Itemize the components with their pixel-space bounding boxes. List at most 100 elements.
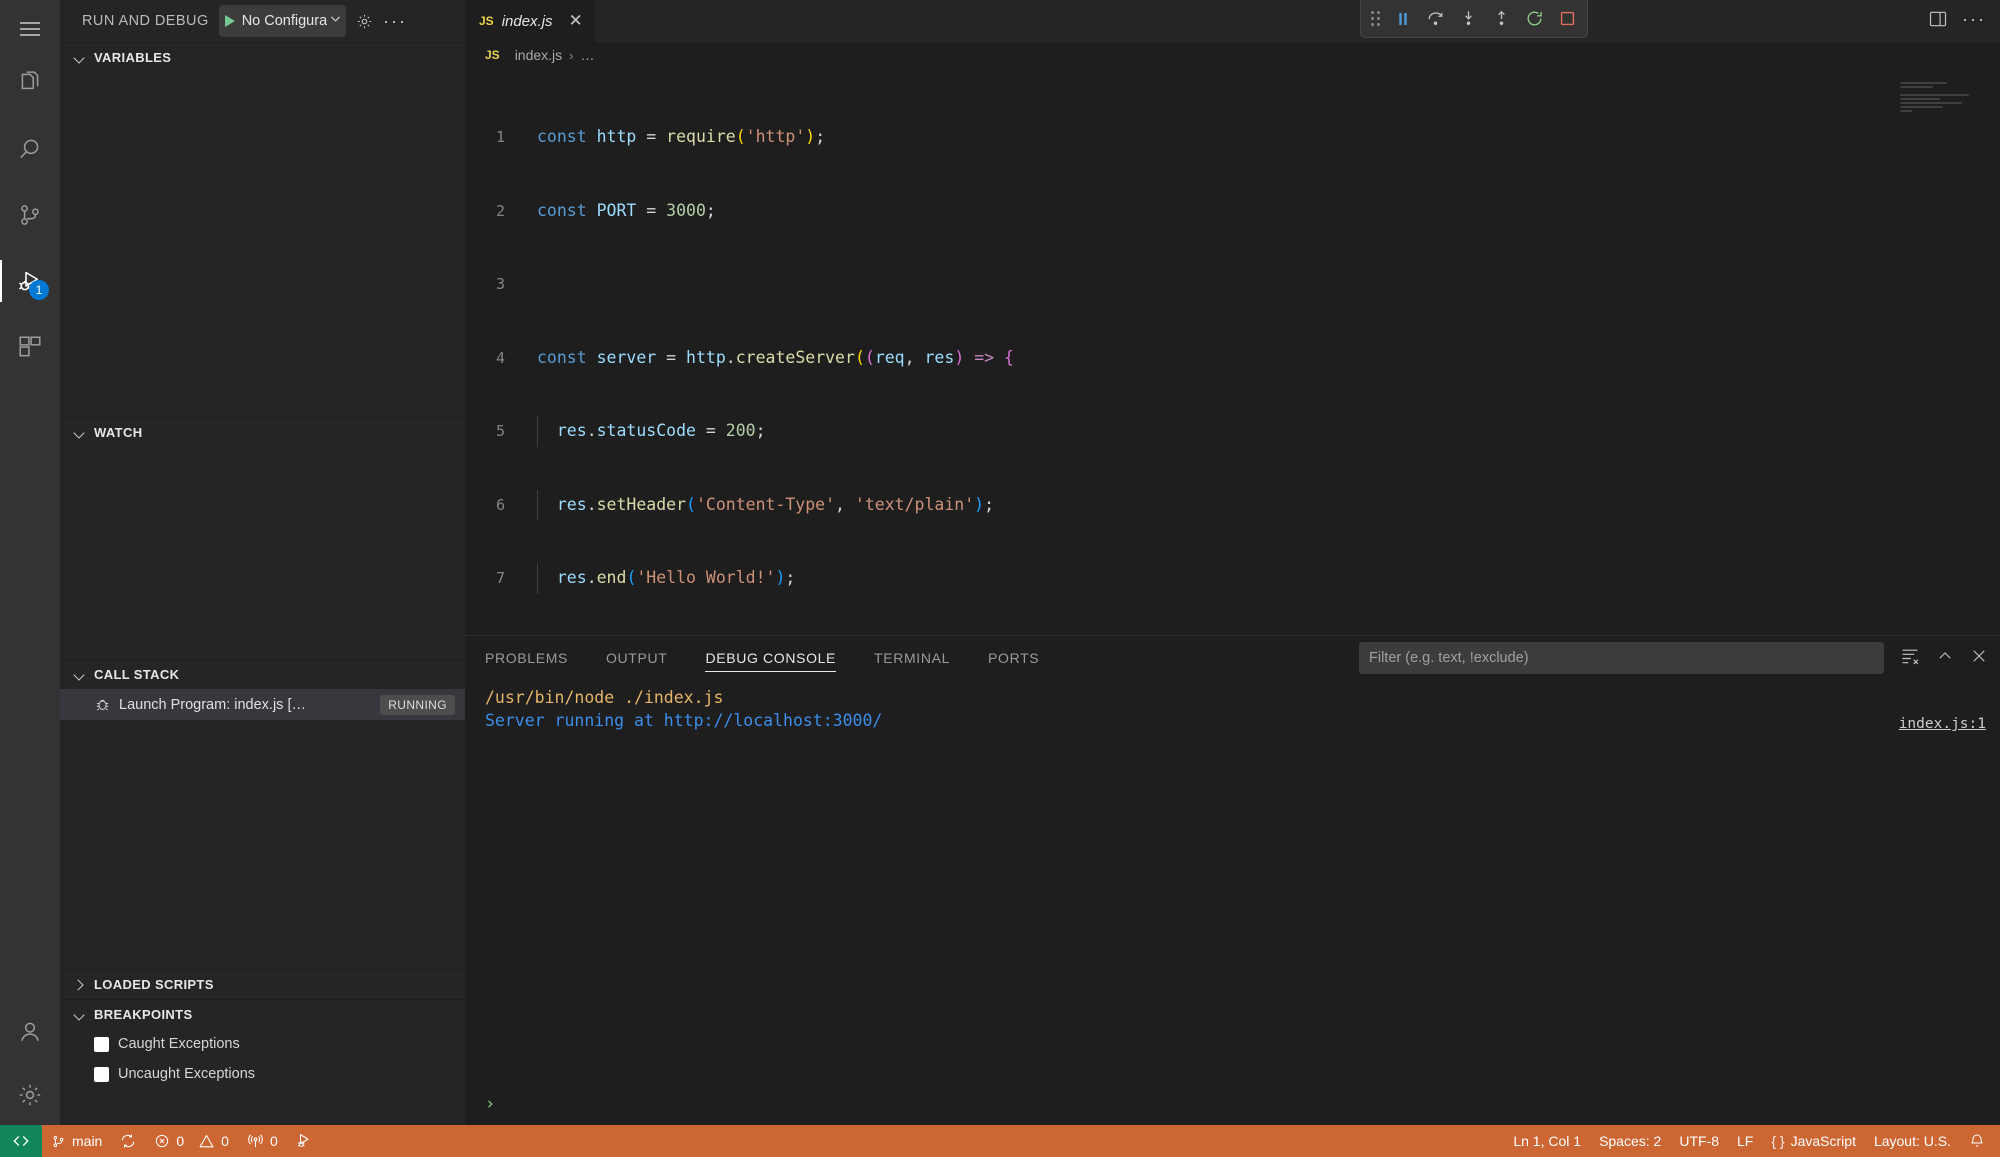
status-debug-start[interactable] [287, 1125, 323, 1157]
code-content: 1 const http = require('http'); 2 const PO… [465, 68, 2000, 635]
status-ports[interactable]: 0 [238, 1125, 287, 1157]
breadcrumb-symbol[interactable]: … [581, 47, 595, 63]
code-line: 4 const server = http.createServer((req, … [465, 346, 2000, 371]
clear-console-icon[interactable] [1900, 646, 1920, 671]
step-into-icon[interactable] [1459, 9, 1478, 28]
status-indentation[interactable]: Spaces: 2 [1590, 1125, 1670, 1157]
breakpoint-uncaught-exceptions[interactable]: Uncaught Exceptions [60, 1059, 465, 1089]
console-source-link[interactable]: index.js:1 [1899, 716, 1986, 732]
status-notifications[interactable] [1960, 1125, 1994, 1157]
status-cursor-position[interactable]: Ln 1, Col 1 [1504, 1125, 1590, 1157]
status-bar: main 0 0 0 Ln 1, Col 1 Spaces: 2 UTF-8 L… [0, 1125, 2000, 1157]
console-command-line: /usr/bin/node ./index.js [485, 688, 724, 707]
pane-title-variables: VARIABLES [94, 50, 172, 65]
pane-title-breakpoints: BREAKPOINTS [94, 1007, 193, 1022]
pane-body-call-stack: Launch Program: index.js [… RUNNING [60, 689, 465, 969]
minimap[interactable] [1900, 82, 1986, 118]
tab-terminal[interactable]: TERMINAL [874, 636, 950, 680]
breakpoint-caught-exceptions[interactable]: Caught Exceptions [60, 1029, 465, 1059]
line-number: 7 [495, 569, 505, 587]
status-eol[interactable]: LF [1728, 1125, 1762, 1157]
code-editor[interactable]: 1 const http = require('http'); 2 const PO… [465, 68, 2000, 635]
account-icon[interactable] [0, 999, 60, 1065]
status-sync[interactable] [111, 1125, 145, 1157]
launch-configuration-selector[interactable]: No Configura [218, 5, 347, 37]
sidebar-header: RUN AND DEBUG No Configura ··· [60, 0, 465, 42]
chevron-up-icon[interactable] [1936, 647, 1954, 670]
code-line: 2 const PORT = 3000; [465, 199, 2000, 224]
debug-settings-gear-icon[interactable] [356, 13, 373, 30]
debug-console-output[interactable]: /usr/bin/node ./index.js Server running … [465, 680, 2000, 1083]
pane-header-variables[interactable]: VARIABLES [60, 42, 465, 72]
sidebar-item-explorer[interactable] [0, 50, 60, 116]
line-number: 4 [495, 348, 505, 367]
breakpoint-label: Caught Exceptions [118, 1036, 240, 1052]
status-warning-count: 0 [221, 1133, 229, 1149]
source-control-icon [53, 1135, 64, 1147]
status-keyboard-layout[interactable]: Layout: U.S. [1865, 1125, 1960, 1157]
error-icon [156, 1134, 169, 1148]
filter-input[interactable] [1369, 650, 1874, 666]
sidebar-item-extensions[interactable] [0, 314, 60, 380]
pane-header-watch[interactable]: WATCH [60, 417, 465, 447]
chevron-down-icon[interactable] [329, 12, 342, 30]
code-line: 5 res.statusCode = 200; [465, 416, 2000, 447]
pane-title-watch: WATCH [94, 425, 143, 440]
call-stack-session-row[interactable]: Launch Program: index.js [… RUNNING [60, 689, 465, 720]
debug-badge: 1 [29, 280, 49, 300]
step-over-icon[interactable] [1426, 9, 1445, 28]
line-number: 2 [495, 201, 505, 220]
ellipsis-glyph: ··· [383, 11, 408, 31]
pane-header-call-stack[interactable]: CALL STACK [60, 659, 465, 689]
bottom-panel: PROBLEMS OUTPUT DEBUG CONSOLE TERMINAL P… [465, 635, 2000, 1125]
status-remote-indicator[interactable] [0, 1125, 42, 1157]
checkbox[interactable] [94, 1036, 109, 1052]
pause-icon[interactable] [1394, 10, 1412, 28]
filter-input-wrapper[interactable] [1359, 642, 1884, 674]
step-out-icon[interactable] [1492, 9, 1511, 28]
sidebar-item-source-control[interactable] [0, 182, 60, 248]
gear-icon[interactable] [0, 1065, 60, 1125]
pane-body-watch [60, 447, 465, 659]
stop-icon[interactable] [1558, 9, 1577, 28]
close-icon[interactable]: ✕ [569, 12, 583, 29]
status-problems[interactable]: 0 0 [145, 1125, 238, 1157]
tab-ports[interactable]: PORTS [988, 636, 1039, 680]
debug-alt-icon [297, 1134, 309, 1147]
status-encoding[interactable]: UTF-8 [1670, 1125, 1728, 1157]
console-output-line: Server running at http://localhost:3000/ [485, 711, 883, 730]
restart-icon[interactable] [1525, 9, 1544, 28]
files-icon [21, 71, 39, 90]
hamburger-menu-icon[interactable] [0, 8, 60, 50]
play-icon[interactable] [224, 15, 235, 27]
sidebar-item-run-and-debug[interactable]: 1 [0, 248, 60, 314]
editor-more-actions-icon[interactable]: ··· [1962, 10, 1986, 30]
grip-icon[interactable] [1371, 11, 1380, 26]
line-number: 6 [495, 495, 505, 514]
debug-console-input-row[interactable]: › [465, 1083, 2000, 1125]
sidebar-item-search[interactable] [0, 116, 60, 182]
close-icon[interactable] [1970, 647, 1988, 670]
status-branch[interactable]: main [42, 1125, 111, 1157]
sync-icon [122, 1134, 135, 1148]
source-control-icon [21, 205, 39, 225]
code-line: 7 res.end('Hello World!'); [465, 563, 2000, 594]
tab-problems[interactable]: PROBLEMS [485, 636, 568, 680]
tab-output[interactable]: OUTPUT [606, 636, 667, 680]
line-number: 5 [495, 422, 505, 440]
sidebar-more-actions-icon[interactable]: ··· [383, 11, 408, 31]
tab-index-js[interactable]: JS index.js ✕ [465, 0, 596, 42]
tab-debug-console[interactable]: DEBUG CONSOLE [705, 636, 836, 680]
pane-header-breakpoints[interactable]: BREAKPOINTS [60, 999, 465, 1029]
breadcrumb-file[interactable]: index.js [515, 47, 562, 63]
code-line: 1 const http = require('http'); [465, 125, 2000, 150]
checkbox[interactable] [94, 1066, 109, 1082]
editor-actions: ··· [1928, 0, 2000, 42]
js-file-icon: JS [479, 14, 494, 28]
status-language-mode[interactable]: { } JavaScript [1762, 1125, 1865, 1157]
status-bar-right: Ln 1, Col 1 Spaces: 2 UTF-8 LF { } JavaS… [1504, 1125, 2000, 1157]
status-badge: RUNNING [380, 694, 455, 715]
chevron-down-icon [74, 669, 86, 681]
pane-header-loaded-scripts[interactable]: LOADED SCRIPTS [60, 969, 465, 999]
split-editor-icon[interactable] [1928, 9, 1948, 34]
